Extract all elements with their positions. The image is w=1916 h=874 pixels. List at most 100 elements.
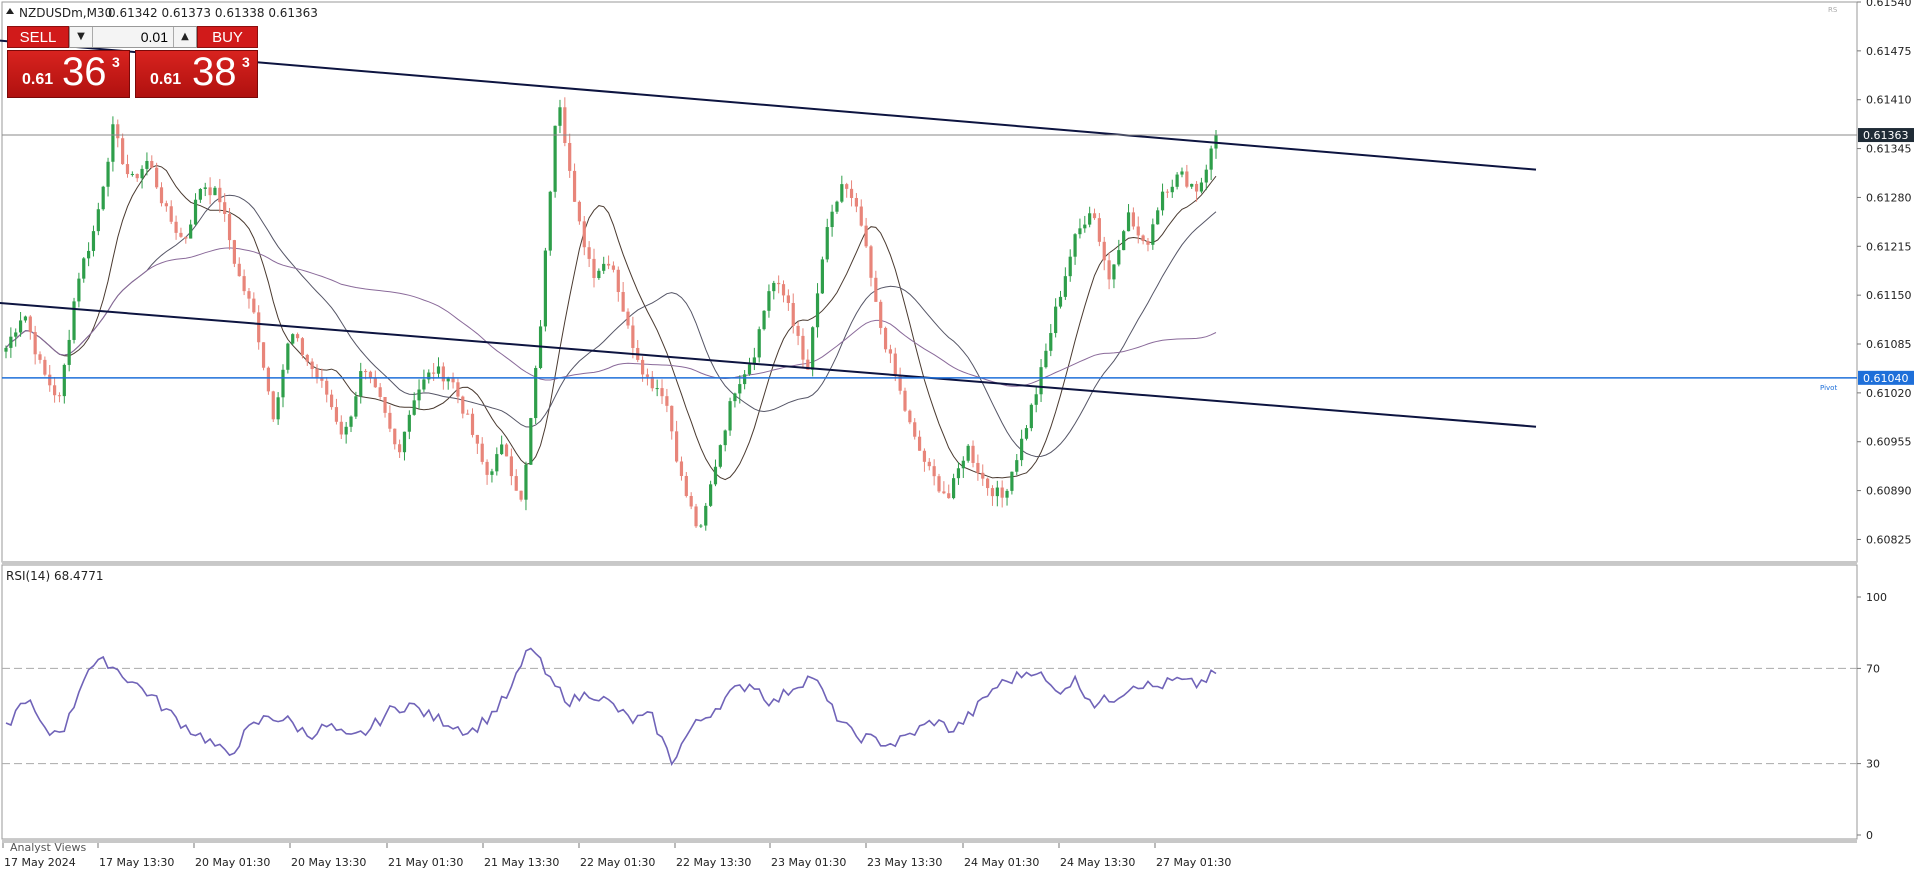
time-tick-label: 20 May 13:30 <box>291 856 366 869</box>
candle-body <box>466 413 470 415</box>
candle-body <box>670 405 674 432</box>
pivot-price-label: 0.61040 <box>1863 372 1909 385</box>
candle-body <box>1160 191 1165 211</box>
candle-body <box>52 385 57 396</box>
lot-size-field[interactable]: ▼ 0.01 ▲ <box>69 26 197 48</box>
candle-body <box>334 407 339 422</box>
price-tick-label: 0.61085 <box>1866 338 1912 351</box>
chart-header-ohlc: 0.61342 0.61373 0.61338 0.61363 <box>108 6 318 20</box>
candle-body <box>363 371 368 373</box>
analyst-views-label[interactable]: Analyst Views <box>10 841 86 854</box>
price-tick-label: 0.61215 <box>1866 240 1912 253</box>
candle-body <box>286 343 290 370</box>
candle-body <box>261 342 266 368</box>
candle-body <box>772 282 776 292</box>
candle-body <box>1112 264 1116 280</box>
rsi-label: RSI(14) 68.4771 <box>6 569 104 583</box>
candle-body <box>932 466 936 477</box>
time-tick-label: 20 May 01:30 <box>195 856 270 869</box>
candle-body <box>1122 231 1126 251</box>
main-chart-frame <box>1 1 1858 563</box>
sell-button[interactable]: SELL <box>7 26 69 48</box>
candle-body <box>500 444 504 455</box>
rsi-tick-label: 0 <box>1866 829 1873 842</box>
lot-size-input[interactable]: 0.01 <box>94 27 172 47</box>
candle-body <box>694 506 698 527</box>
lot-increase-icon[interactable]: ▲ <box>173 27 196 47</box>
buy-price-fraction: 3 <box>242 54 250 70</box>
candle-body <box>198 188 202 200</box>
candle-body <box>976 462 980 473</box>
sell-price-prefix: 0.61 <box>22 71 54 88</box>
lot-decrease-icon[interactable]: ▼ <box>70 27 93 47</box>
candle-body <box>675 431 679 462</box>
candle-body <box>1131 212 1135 227</box>
candle-body <box>888 349 893 354</box>
candle-body <box>558 107 562 126</box>
price-tick-label: 0.61020 <box>1866 387 1912 400</box>
candle-body <box>349 416 353 427</box>
candle-body <box>864 225 868 247</box>
candle-body <box>631 325 635 348</box>
candle-body <box>1010 471 1014 491</box>
candle-body <box>621 292 625 312</box>
buy-button[interactable]: BUY <box>197 26 258 48</box>
candle-body <box>786 295 790 304</box>
candle-body <box>475 434 479 444</box>
time-tick-label: 21 May 01:30 <box>388 856 463 869</box>
candle-body <box>140 168 144 179</box>
time-tick-label: 24 May 13:30 <box>1060 856 1135 869</box>
candle-body <box>344 426 348 435</box>
sell-price-fraction: 3 <box>112 54 120 70</box>
candle-body <box>242 276 246 292</box>
candle-body <box>699 525 703 527</box>
candle-body <box>1204 169 1208 183</box>
candle-body <box>96 209 100 232</box>
price-tick-label: 0.60825 <box>1866 533 1912 546</box>
candle-body <box>359 371 363 397</box>
candle-body <box>208 187 212 196</box>
candle-body <box>820 259 824 294</box>
candle-body <box>184 236 188 239</box>
candle-body <box>125 164 130 175</box>
candle-body <box>1024 428 1029 439</box>
candle-body <box>781 284 786 296</box>
candle-body <box>543 250 547 327</box>
candle-body <box>606 263 611 266</box>
candle-body <box>869 246 873 278</box>
buy-price-button[interactable]: 0.61 38 3 <box>135 50 258 98</box>
price-tick-label: 0.61345 <box>1866 143 1912 156</box>
buy-price-pips: 38 <box>192 50 237 94</box>
sell-price-button[interactable]: 0.61 36 3 <box>7 50 130 98</box>
candle-body <box>43 359 47 375</box>
candle-body <box>913 422 917 437</box>
time-tick-label: 27 May 01:30 <box>1156 856 1231 869</box>
candle-body <box>417 389 421 401</box>
candle-body <box>903 390 907 411</box>
candle-body <box>470 413 475 435</box>
time-tick-label: 21 May 13:30 <box>484 856 559 869</box>
candle-body <box>1146 241 1150 245</box>
chart-canvas[interactable]: 0.61040Pivot0.61363 0.615400.614750.6141… <box>0 0 1916 874</box>
candle-body <box>325 380 329 395</box>
candle-body <box>388 412 392 429</box>
candle-body <box>446 378 450 382</box>
candle-body <box>611 265 616 270</box>
candle-body <box>718 445 722 467</box>
candle-body <box>354 396 358 417</box>
candle-body <box>310 361 314 370</box>
candle-body <box>266 367 271 392</box>
candle-body <box>1088 213 1092 225</box>
candle-body <box>879 301 883 328</box>
candle-body <box>135 173 139 179</box>
rsi-tick-label: 70 <box>1866 662 1880 675</box>
time-tick-label: 22 May 01:30 <box>580 856 655 869</box>
candle-body <box>1097 218 1101 242</box>
candle-body <box>1190 183 1194 187</box>
candle-body <box>315 369 319 379</box>
candle-body <box>995 487 999 497</box>
candle-body <box>247 291 251 299</box>
candle-body <box>582 221 586 248</box>
candle-body <box>1044 350 1048 368</box>
candle-body <box>961 460 965 469</box>
